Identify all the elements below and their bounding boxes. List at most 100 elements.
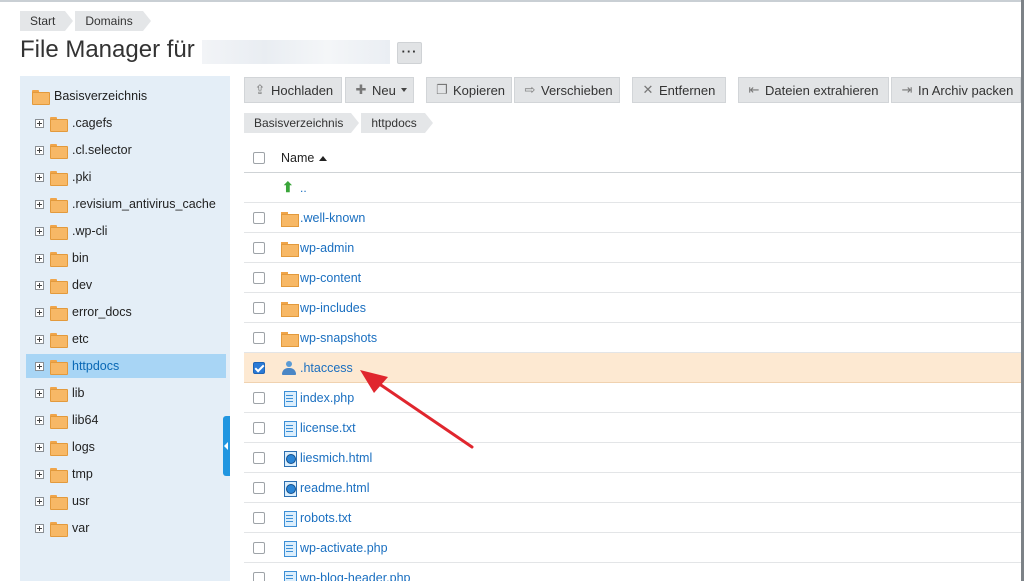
file-name-link[interactable]: wp-admin <box>300 241 354 255</box>
table-row[interactable]: wp-blog-header.php <box>244 563 1024 581</box>
table-row[interactable]: readme.html <box>244 473 1024 503</box>
file-name-link[interactable]: .well-known <box>300 211 365 225</box>
expand-icon[interactable] <box>35 253 44 263</box>
row-checkbox[interactable] <box>253 451 265 464</box>
path-item-root[interactable]: Basisverzeichnis <box>244 113 360 133</box>
tree-item-wp-cli[interactable]: .wp-cli <box>35 219 245 243</box>
row-checkbox[interactable] <box>253 331 265 344</box>
expand-icon[interactable] <box>35 118 44 128</box>
row-checkbox[interactable] <box>253 241 265 254</box>
select-all-checkbox[interactable] <box>253 151 265 164</box>
table-row[interactable]: license.txt <box>244 413 1024 443</box>
path-item-httpdocs[interactable]: httpdocs <box>361 113 434 133</box>
table-row[interactable]: wp-content <box>244 263 1024 293</box>
tree-item-error-docs[interactable]: error_docs <box>35 300 245 324</box>
folder-icon <box>50 116 68 132</box>
tree-item-logs[interactable]: logs <box>35 435 245 459</box>
tree-item-cl-selector[interactable]: .cl.selector <box>35 138 245 162</box>
expand-icon[interactable] <box>35 145 44 155</box>
move-button[interactable]: ⇨ Verschieben <box>514 77 620 103</box>
page-title: File Manager für <box>20 36 195 63</box>
plus-icon: ✚ <box>355 82 367 97</box>
row-checkbox[interactable] <box>253 421 265 434</box>
row-checkbox[interactable] <box>253 301 265 314</box>
collapse-panel-handle[interactable] <box>223 416 230 476</box>
row-checkbox-checked[interactable] <box>253 361 265 374</box>
file-name-link[interactable]: wp-snapshots <box>300 331 377 345</box>
tree-item-dev[interactable]: dev <box>35 273 245 297</box>
file-name-link[interactable]: wp-blog-header.php <box>300 571 411 581</box>
row-checkbox[interactable] <box>253 391 265 404</box>
expand-icon[interactable] <box>35 523 44 533</box>
file-name-link[interactable]: wp-content <box>300 271 361 285</box>
file-name-link[interactable]: robots.txt <box>300 511 351 525</box>
table-row[interactable]: .well-known <box>244 203 1024 233</box>
expand-icon[interactable] <box>35 415 44 425</box>
tree-item-pki[interactable]: .pki <box>35 165 245 189</box>
tree-item-var[interactable]: var <box>35 516 245 540</box>
folder-icon <box>50 197 68 213</box>
expand-icon[interactable] <box>35 469 44 479</box>
folder-icon <box>50 278 68 294</box>
text-file-icon <box>281 510 297 527</box>
table-row-selected[interactable]: .htaccess <box>244 353 1024 383</box>
tree-item-lib[interactable]: lib <box>35 381 245 405</box>
tree-item-lib64[interactable]: lib64 <box>35 408 245 432</box>
table-row[interactable]: liesmich.html <box>244 443 1024 473</box>
table-row[interactable]: wp-snapshots <box>244 323 1024 353</box>
upload-button[interactable]: ⇪ Hochladen <box>244 77 342 103</box>
tree-item-bin[interactable]: bin <box>35 246 245 270</box>
expand-icon[interactable] <box>35 280 44 290</box>
file-name-link[interactable]: liesmich.html <box>300 451 372 465</box>
column-name-header[interactable]: Name <box>281 150 328 165</box>
table-row[interactable]: robots.txt <box>244 503 1024 533</box>
folder-icon <box>50 440 68 456</box>
expand-icon[interactable] <box>35 199 44 209</box>
copy-button[interactable]: ❐ Kopieren <box>426 77 512 103</box>
expand-icon[interactable] <box>35 361 44 371</box>
tree-item-usr[interactable]: usr <box>35 489 245 513</box>
file-name-link[interactable]: wp-includes <box>300 301 366 315</box>
row-checkbox[interactable] <box>253 481 265 494</box>
table-row[interactable]: index.php <box>244 383 1024 413</box>
row-checkbox[interactable] <box>253 511 265 524</box>
tree-item-cagefs[interactable]: .cagefs <box>35 111 245 135</box>
file-name-link[interactable]: readme.html <box>300 481 369 495</box>
expand-icon[interactable] <box>35 307 44 317</box>
table-row[interactable]: wp-activate.php <box>244 533 1024 563</box>
parent-directory-link[interactable]: .. <box>300 181 307 195</box>
tree-item-revisium[interactable]: .revisium_antivirus_cache <box>35 192 245 216</box>
row-checkbox[interactable] <box>253 571 265 581</box>
expand-icon[interactable] <box>35 496 44 506</box>
table-row[interactable]: wp-admin <box>244 233 1024 263</box>
chevron-down-icon <box>400 88 407 92</box>
row-checkbox[interactable] <box>253 541 265 554</box>
row-checkbox[interactable] <box>253 271 265 284</box>
expand-icon[interactable] <box>35 334 44 344</box>
folder-icon <box>281 210 299 227</box>
extract-button[interactable]: ⇤ Dateien extrahieren <box>738 77 889 103</box>
new-button[interactable]: ✚ Neu <box>345 77 414 103</box>
expand-icon[interactable] <box>35 172 44 182</box>
expand-icon[interactable] <box>35 442 44 452</box>
breadcrumb-domains[interactable]: Domains <box>75 11 152 31</box>
parent-directory-row[interactable]: ⬆ .. <box>244 173 1024 203</box>
file-name-link[interactable]: .htaccess <box>300 361 353 375</box>
archive-button[interactable]: ⇥ In Archiv packen <box>891 77 1021 103</box>
more-options-button[interactable]: ··· <box>397 42 422 64</box>
breadcrumb-start[interactable]: Start <box>20 11 74 31</box>
row-checkbox[interactable] <box>253 211 265 224</box>
file-name-link[interactable]: wp-activate.php <box>300 541 388 555</box>
expand-icon[interactable] <box>35 226 44 236</box>
tree-root[interactable]: Basisverzeichnis <box>32 84 242 108</box>
tree-item-etc[interactable]: etc <box>35 327 245 351</box>
tree-item-httpdocs[interactable]: httpdocs <box>26 354 226 378</box>
expand-icon[interactable] <box>35 388 44 398</box>
file-name-link[interactable]: license.txt <box>300 421 356 435</box>
table-row[interactable]: wp-includes <box>244 293 1024 323</box>
column-name-label: Name <box>281 150 315 165</box>
file-name-link[interactable]: index.php <box>300 391 354 405</box>
remove-button[interactable]: ✕ Entfernen <box>632 77 726 103</box>
folder-icon <box>281 270 299 287</box>
tree-item-tmp[interactable]: tmp <box>35 462 245 486</box>
